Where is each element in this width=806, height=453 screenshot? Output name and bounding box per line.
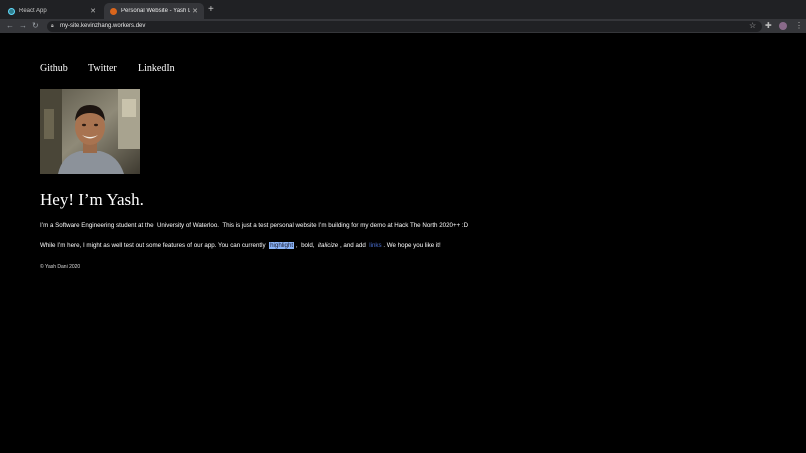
nav-link-github[interactable]: Github	[40, 63, 68, 74]
footer-copyright: © Yash Dani 2020	[40, 264, 81, 270]
tab-title: Personal Website - Yash Dani	[121, 8, 190, 14]
page-heading: Hey! I’m Yash.	[40, 190, 144, 209]
tab-title: React App	[19, 8, 47, 14]
address-bar[interactable]: 🔒︎ my-site.kevinzhang.workers.dev	[47, 21, 762, 32]
profile-photo	[40, 89, 140, 174]
lock-icon: 🔒︎	[51, 23, 54, 29]
bookmark-star-icon[interactable]: ☆	[749, 19, 756, 33]
links-link[interactable]: links	[369, 242, 381, 249]
tab-personal-website[interactable]: Personal Website - Yash Dani ✕	[104, 3, 204, 19]
highlighted-word: highlight	[269, 242, 295, 249]
italic-word: italicize	[317, 242, 339, 249]
close-tab-icon[interactable]: ✕	[90, 7, 96, 15]
intro-text: I’m a Software Engineering student at th…	[40, 222, 154, 229]
site-favicon-icon	[110, 7, 117, 15]
browser-toolbar: ← → ↻ 🔒︎ my-site.kevinzhang.workers.dev …	[0, 19, 806, 33]
new-tab-icon[interactable]: +	[208, 3, 214, 17]
features-paragraph: While I’m here, I might as well test out…	[40, 242, 441, 249]
url-text: my-site.kevinzhang.workers.dev	[60, 23, 146, 29]
features-separator: ,	[295, 242, 298, 249]
reload-icon[interactable]: ↻	[32, 19, 39, 33]
close-tab-icon[interactable]: ✕	[192, 7, 198, 15]
profile-avatar[interactable]	[779, 22, 787, 30]
extensions-icon[interactable]: ✚	[765, 19, 772, 33]
school-name: University of Waterloo.	[156, 222, 219, 229]
forward-icon[interactable]: →	[19, 19, 27, 33]
intro-paragraph: I’m a Software Engineering student at th…	[40, 222, 468, 229]
bold-word: bold,	[301, 242, 315, 249]
features-text-end: . We hope you like it!	[383, 242, 441, 249]
browser-tab-strip: React App ✕ Personal Website - Yash Dani…	[0, 0, 806, 19]
menu-icon[interactable]: ⋮	[795, 19, 803, 33]
features-text: While I’m here, I might as well test out…	[40, 242, 266, 249]
nav-link-twitter[interactable]: Twitter	[88, 63, 117, 74]
tab-react-app[interactable]: React App ✕	[2, 3, 102, 19]
back-icon[interactable]: ←	[6, 19, 14, 33]
react-favicon-icon	[8, 7, 15, 15]
nav-link-linkedin[interactable]: LinkedIn	[138, 63, 175, 74]
features-text-mid: , and add	[339, 242, 366, 249]
intro-text-end: This is just a test personal website I’m…	[222, 222, 469, 229]
